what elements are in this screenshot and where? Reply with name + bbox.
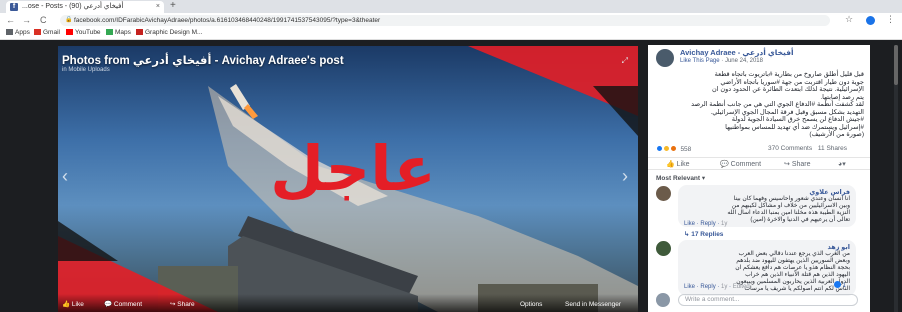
comment-line: النزية الطيبة هذه مخلنا امين بمنبا الدعا… bbox=[727, 210, 850, 216]
current-user-avatar bbox=[656, 293, 670, 307]
post-comment-button[interactable]: 💬 Comment bbox=[720, 160, 761, 168]
bookmark-gmail[interactable]: Gmail bbox=[34, 27, 60, 39]
post-date[interactable]: June 24, 2018 bbox=[725, 58, 763, 64]
comment-actions: Like · Reply · 1y · Edited bbox=[684, 284, 750, 290]
view-replies-link[interactable]: ↳ 17 Replies bbox=[684, 230, 723, 238]
comment-line: انا انسان وعندي شعور واحاسيس وفهما كان ب… bbox=[733, 196, 850, 202]
close-tab-icon[interactable]: × bbox=[156, 1, 160, 13]
comment-edited-label: Edited bbox=[732, 284, 750, 290]
bookmark-star-icon[interactable]: ☆ bbox=[845, 14, 853, 25]
url-text: facebook.com/IDFarabicAvichayAdraee/phot… bbox=[74, 17, 381, 24]
comment-like-link[interactable]: Like bbox=[684, 284, 695, 290]
photo-footer: 👍 Like 💬 Comment ↪ Share Options Send in… bbox=[58, 294, 638, 312]
photo-share-button[interactable]: ↪ Share bbox=[170, 300, 195, 308]
angry-reaction-icon bbox=[669, 145, 677, 152]
apps-icon bbox=[6, 29, 13, 35]
gmail-icon bbox=[34, 29, 41, 35]
post-line: #إسرائيل ويستمرك ضد أي تهديد للمساس بموا… bbox=[725, 123, 864, 131]
commenter-name[interactable]: ابو زهد bbox=[684, 243, 850, 251]
comment-like-link[interactable]: Like bbox=[684, 221, 695, 227]
post-line: (صورة من الأرشيف) bbox=[809, 131, 864, 138]
commenter-avatar[interactable] bbox=[656, 241, 671, 256]
previous-photo-arrow-icon[interactable]: ‹ bbox=[62, 166, 68, 187]
write-comment-input[interactable]: Write a comment... bbox=[678, 294, 858, 306]
commenter-avatar[interactable] bbox=[656, 186, 671, 201]
panel-scrollbar[interactable] bbox=[894, 45, 898, 312]
reactions-count: 558 bbox=[680, 146, 692, 153]
like-reaction-icon bbox=[834, 281, 841, 288]
photo-options-button[interactable]: Options bbox=[520, 301, 542, 308]
post-stats: 370 Comments 11 Shares bbox=[768, 145, 847, 152]
post-meta: Like This Page · June 24, 2018 bbox=[680, 58, 763, 64]
photo-subtitle[interactable]: in Mobile Uploads bbox=[62, 67, 110, 73]
comment-time[interactable]: 1y bbox=[721, 221, 727, 227]
bookmark-youtube[interactable]: YouTube bbox=[66, 27, 101, 39]
photo-image[interactable]: Photos from أفيخاي أدرعي - Avichay Adrae… bbox=[58, 46, 638, 312]
bookmarks-bar: Apps Gmail YouTube Maps Graphic Design M… bbox=[0, 27, 902, 40]
post-actions-bar: 👍 Like 💬 Comment ↪ Share ◕▾ bbox=[648, 157, 870, 170]
commenter-name[interactable]: فراس علاوي bbox=[684, 188, 850, 196]
photo-comment-button[interactable]: 💬 Comment bbox=[104, 300, 142, 308]
reaction-selector-icon[interactable]: ◕▾ bbox=[838, 160, 846, 168]
bookmark-apps[interactable]: Apps bbox=[6, 27, 30, 39]
comment-reply-link[interactable]: Reply bbox=[700, 284, 715, 290]
page-avatar[interactable] bbox=[656, 49, 674, 67]
comment-sort-dropdown[interactable]: Most Relevant ▾ bbox=[656, 174, 705, 182]
bookmark-icon bbox=[136, 29, 143, 35]
post-line: قبل قليل أطلق صاروخ من بطارية #باتريوت ب… bbox=[714, 71, 864, 78]
back-button[interactable]: ← bbox=[6, 14, 15, 26]
comment-line: من الغرب الذي يرجع عندنا دقالي بعض العرب bbox=[738, 251, 850, 257]
like-this-page-link[interactable]: Like This Page bbox=[680, 58, 720, 64]
maps-icon bbox=[106, 29, 113, 35]
post-line: الإسرائيلية. نتيجة لذلك ابتعدت الطائرة ع… bbox=[711, 86, 864, 93]
reactions-summary[interactable]: 558 bbox=[656, 145, 691, 153]
post-line: التهديد بشكل مسبق وقبل فرقة المجال الجوي… bbox=[710, 108, 864, 116]
breaking-news-overlay-text: عاجل bbox=[270, 132, 436, 205]
browser-tab[interactable]: f ...ose - Posts - أفيخاي أدرعي (90) × bbox=[6, 1, 164, 13]
facebook-favicon-icon: f bbox=[10, 3, 18, 11]
address-bar[interactable]: 🔒 facebook.com/IDFarabicAvichayAdraee/ph… bbox=[60, 15, 830, 26]
bookmark-graphic-design[interactable]: Graphic Design M... bbox=[136, 27, 202, 39]
page-name-link[interactable]: Avichay Adraee - أفيخاي أدرعي bbox=[680, 48, 794, 57]
comment-reactions[interactable]: 1 bbox=[834, 281, 846, 289]
comments-count-link[interactable]: 370 Comments bbox=[768, 145, 812, 152]
post-body: قبل قليل أطلق صاروخ من بطارية #باتريوت ب… bbox=[654, 71, 864, 139]
comment-reply-link[interactable]: Reply bbox=[700, 221, 715, 227]
post-like-button[interactable]: 👍 Like bbox=[666, 160, 690, 168]
comment-line: بحجة النظام هذو يا عرصات هم دافع يعشكم ا… bbox=[735, 265, 850, 271]
shares-count-link[interactable]: 11 Shares bbox=[818, 145, 847, 152]
comment-line: وبعض السوريين الذين يهتفون لليهود ضد بلد… bbox=[736, 258, 850, 264]
post-line: يتم رصد إصابتها. bbox=[820, 93, 864, 101]
post-line: لقد كشفت أنظمة #الدفاع الجوي التي هي من … bbox=[691, 101, 864, 108]
comment-time[interactable]: 1y bbox=[721, 284, 727, 290]
lock-icon: 🔒 bbox=[65, 17, 73, 23]
post-line: #جيش الدفاع لن يسمح خرق السيادة الجوية ل… bbox=[731, 116, 864, 123]
profile-avatar[interactable] bbox=[866, 16, 875, 25]
like-reaction-icon bbox=[656, 145, 663, 152]
expand-icon[interactable]: ⤢ bbox=[622, 56, 628, 66]
new-tab-button[interactable]: + bbox=[170, 0, 176, 12]
comment-line: وبين الاسرائيليين من خلاف او مشاكل لكيبه… bbox=[731, 203, 850, 209]
photo-like-button[interactable]: 👍 Like bbox=[62, 300, 84, 308]
forward-button[interactable]: → bbox=[22, 14, 31, 26]
tab-title: ...ose - Posts - أفيخاي أدرعي (90) bbox=[22, 3, 124, 10]
youtube-icon bbox=[66, 29, 73, 35]
reload-button[interactable]: C bbox=[40, 14, 47, 26]
photo-title[interactable]: Photos from أفيخاي أدرعي - Avichay Adrae… bbox=[62, 53, 344, 67]
post-line: جوية دون طيار اقتربت من جهة #سوريا باتجا… bbox=[720, 78, 864, 86]
post-side-panel: Avichay Adraee - أفيخاي أدرعي Like This … bbox=[648, 45, 870, 312]
comment-line: اليهود الذين هم قتلة الأنبياء الذين هم خ… bbox=[745, 272, 850, 278]
haha-reaction-icon bbox=[662, 145, 670, 152]
post-share-button[interactable]: ↪ Share bbox=[784, 160, 811, 168]
next-photo-arrow-icon[interactable]: › bbox=[622, 166, 628, 187]
browser-menu-icon[interactable]: ⋮ bbox=[886, 14, 895, 25]
bookmark-maps[interactable]: Maps bbox=[106, 27, 131, 39]
address-row: ← → C 🔒 facebook.com/IDFarabicAvichayAdr… bbox=[0, 13, 902, 27]
comment-actions: Like · Reply · 1y bbox=[684, 221, 728, 227]
send-in-messenger-button[interactable]: Send in Messenger bbox=[565, 301, 621, 308]
tab-strip: f ...ose - Posts - أفيخاي أدرعي (90) × + bbox=[0, 0, 902, 13]
scrollbar-thumb[interactable] bbox=[894, 45, 898, 85]
